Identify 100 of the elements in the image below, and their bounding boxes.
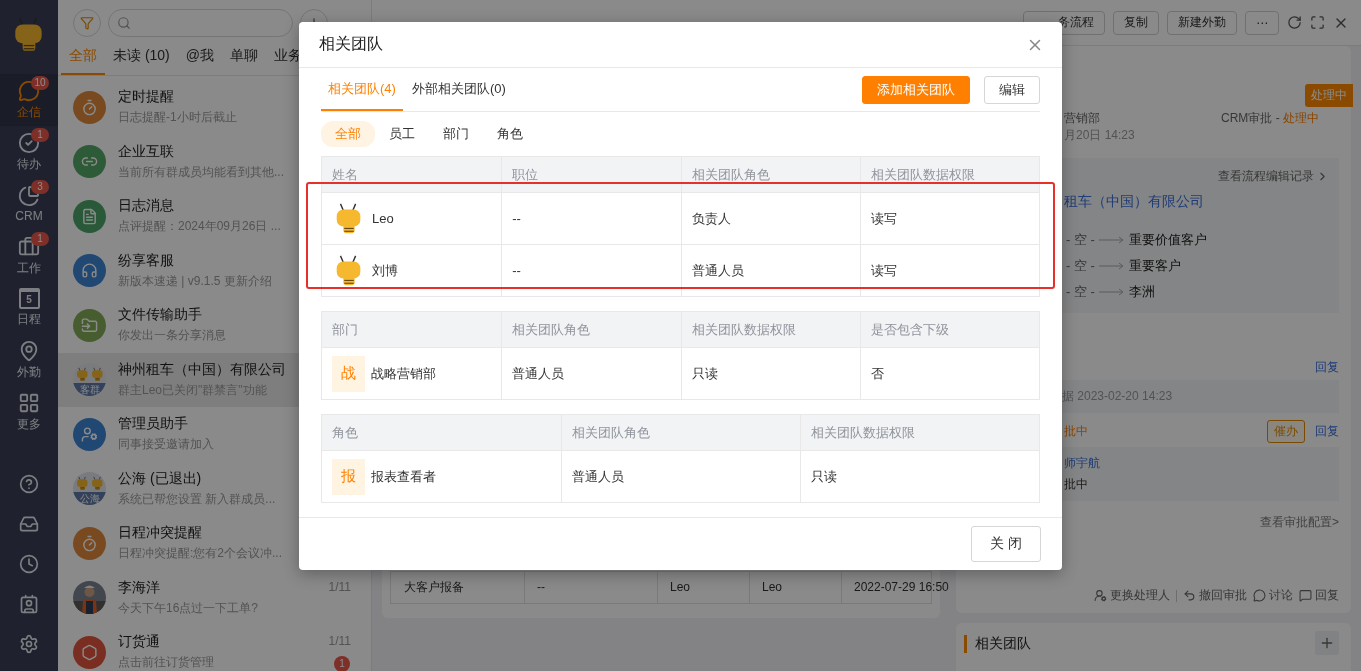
table-cell: Leo bbox=[749, 571, 841, 603]
help-icon[interactable] bbox=[19, 473, 39, 494]
filter-icon bbox=[80, 16, 94, 30]
section-title: 相关团队 bbox=[964, 635, 1031, 653]
column-header: 姓名 bbox=[322, 157, 502, 192]
chat-title: 日志消息 bbox=[118, 197, 174, 216]
old-value: - 空 - bbox=[1066, 231, 1095, 249]
arrow-icon bbox=[1098, 262, 1125, 270]
location-pin-icon bbox=[18, 339, 40, 362]
dialog-tab[interactable]: 外部相关团队(0) bbox=[404, 68, 513, 111]
hexagon-icon bbox=[81, 643, 98, 661]
column-header: 相关团队数据权限 bbox=[800, 415, 1039, 450]
action-link[interactable]: 讨论 bbox=[1253, 587, 1293, 604]
new-value: 重要客户 bbox=[1128, 257, 1181, 275]
initial-badge: 报 bbox=[332, 458, 365, 495]
table-cell: 只读 bbox=[691, 364, 718, 383]
nav-label: 日程 bbox=[17, 311, 41, 328]
nav-item[interactable]: 企信 10 bbox=[0, 74, 58, 126]
table-cell: -- bbox=[512, 211, 521, 226]
initial-badge: 战 bbox=[332, 355, 365, 392]
edit-button[interactable]: 编辑 bbox=[984, 75, 1040, 104]
nav-label: 外勤 bbox=[17, 363, 41, 381]
calendar-icon: 5 bbox=[18, 288, 40, 309]
nav-item[interactable]: CRM 3 bbox=[0, 178, 58, 230]
toolbar-button[interactable]: ⋯ bbox=[1245, 10, 1279, 35]
filter-pill[interactable]: 员工 bbox=[375, 121, 429, 147]
name-text: Leo bbox=[372, 211, 394, 226]
chat-title: 管理员助手 bbox=[118, 415, 188, 434]
filter-tab[interactable]: 未读 (10) bbox=[105, 43, 178, 75]
count-badge: 1 bbox=[31, 128, 49, 142]
reply-link[interactable]: 回复 bbox=[1315, 359, 1339, 376]
column-header: 是否包含下级 bbox=[859, 312, 1039, 347]
reply-link[interactable]: 回复 bbox=[1315, 422, 1339, 440]
approver-status: 批中 bbox=[1064, 476, 1089, 493]
nav-item[interactable]: 更多 bbox=[0, 386, 58, 438]
nav-label: 待办 bbox=[17, 155, 41, 173]
nav-item[interactable]: 外勤 bbox=[0, 334, 58, 386]
chat-title: 纷享客服 bbox=[118, 251, 174, 270]
config-link[interactable]: 查看审批配置> bbox=[1260, 514, 1339, 531]
approver-name[interactable]: 师宇航 bbox=[1064, 455, 1339, 472]
nav-item[interactable]: 待办 1 bbox=[0, 126, 58, 178]
settings-icon[interactable] bbox=[19, 633, 39, 654]
action-link[interactable]: 撤回审批 bbox=[1183, 587, 1247, 604]
add-button[interactable] bbox=[1315, 631, 1339, 655]
timer-icon bbox=[81, 98, 98, 116]
timer-icon bbox=[81, 534, 98, 552]
document-icon bbox=[81, 207, 98, 225]
avatar-icon bbox=[90, 476, 105, 492]
toolbar-button[interactable]: 新建外勤 bbox=[1167, 10, 1237, 35]
new-value: 李洲 bbox=[1128, 283, 1155, 301]
user-gear-icon bbox=[81, 425, 98, 443]
count-badge: 10 bbox=[31, 76, 49, 90]
refresh-icon[interactable] bbox=[1287, 15, 1302, 30]
table-cell: Leo bbox=[657, 571, 749, 603]
close-button[interactable]: 关 闭 bbox=[971, 526, 1041, 562]
check-icon bbox=[18, 131, 40, 154]
old-value: - 空 - bbox=[1066, 283, 1095, 301]
filter-pill[interactable]: 部门 bbox=[429, 121, 483, 147]
column-header: 职位 bbox=[501, 157, 681, 192]
dialog-tab[interactable]: 相关团队(4) bbox=[321, 68, 403, 111]
contacts-icon[interactable] bbox=[19, 593, 39, 614]
company-link[interactable]: 租车（中国）有限公司 bbox=[1064, 192, 1204, 211]
chat-title: 企业互联 bbox=[118, 142, 174, 161]
arrow-icon bbox=[1098, 288, 1125, 296]
chat-icon bbox=[1253, 589, 1266, 602]
nav-label: 更多 bbox=[17, 415, 41, 433]
action-link[interactable]: 回复 bbox=[1299, 587, 1339, 604]
department-text: 营销部 bbox=[1064, 110, 1100, 127]
filter-tab[interactable]: 单聊 bbox=[222, 43, 266, 75]
fullscreen-icon[interactable] bbox=[1310, 15, 1325, 30]
nav-item[interactable]: 5 日程 bbox=[0, 282, 58, 334]
column-header: 相关团队角色 bbox=[561, 415, 800, 450]
nav-item[interactable]: 工作 1 bbox=[0, 230, 58, 282]
column-header: 相关团队角色 bbox=[680, 157, 860, 192]
search-icon bbox=[117, 16, 131, 30]
column-header: 相关团队数据权限 bbox=[680, 312, 860, 347]
table-cell: -- bbox=[524, 571, 657, 603]
clock-icon[interactable] bbox=[19, 553, 39, 574]
flow-status-text: CRM审批 - 处理中 bbox=[1221, 110, 1320, 127]
table-cell: 读写 bbox=[870, 209, 897, 228]
briefcase-icon bbox=[18, 235, 40, 258]
toolbar-button[interactable]: 复制 bbox=[1113, 10, 1159, 35]
filter-tab[interactable]: @我 bbox=[177, 43, 222, 75]
grid-icon bbox=[18, 391, 40, 414]
chat-title: 日程冲突提醒 bbox=[118, 524, 202, 543]
table-cell: 普通人员 bbox=[572, 467, 624, 486]
new-value: 重要价值客户 bbox=[1128, 231, 1207, 249]
name-text: 报表查看者 bbox=[371, 467, 436, 486]
chat-title: 订货通 bbox=[118, 633, 160, 652]
group-avatar: 客群 bbox=[73, 363, 106, 397]
avatar-icon bbox=[75, 476, 90, 492]
table-cell-text: 大客户报备 bbox=[403, 578, 465, 596]
filter-pill[interactable]: 角色 bbox=[483, 121, 537, 147]
column-header: 相关团队数据权限 bbox=[859, 157, 1039, 192]
plus-icon bbox=[1319, 635, 1335, 651]
status-badge: 处理中 bbox=[1305, 84, 1353, 107]
arrow-icon bbox=[1098, 236, 1125, 244]
edit-log-link[interactable]: 查看流程编辑记录 bbox=[1218, 168, 1329, 185]
table-cell: -- bbox=[512, 263, 521, 278]
action-link[interactable]: 更换处理人 bbox=[1094, 587, 1170, 604]
